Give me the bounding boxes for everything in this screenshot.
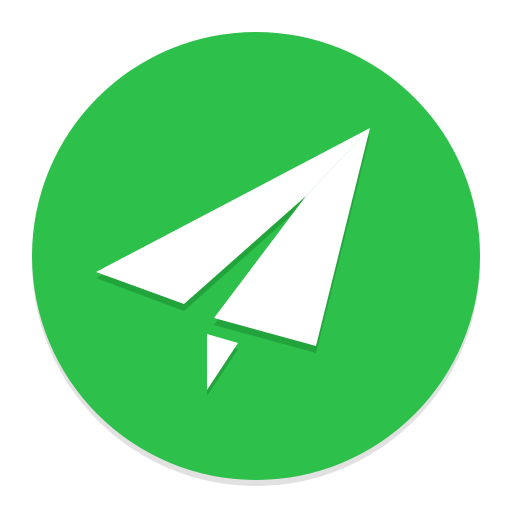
badge-circle xyxy=(32,32,480,480)
icon-canvas xyxy=(0,0,512,512)
paper-plane-icon xyxy=(32,32,480,486)
